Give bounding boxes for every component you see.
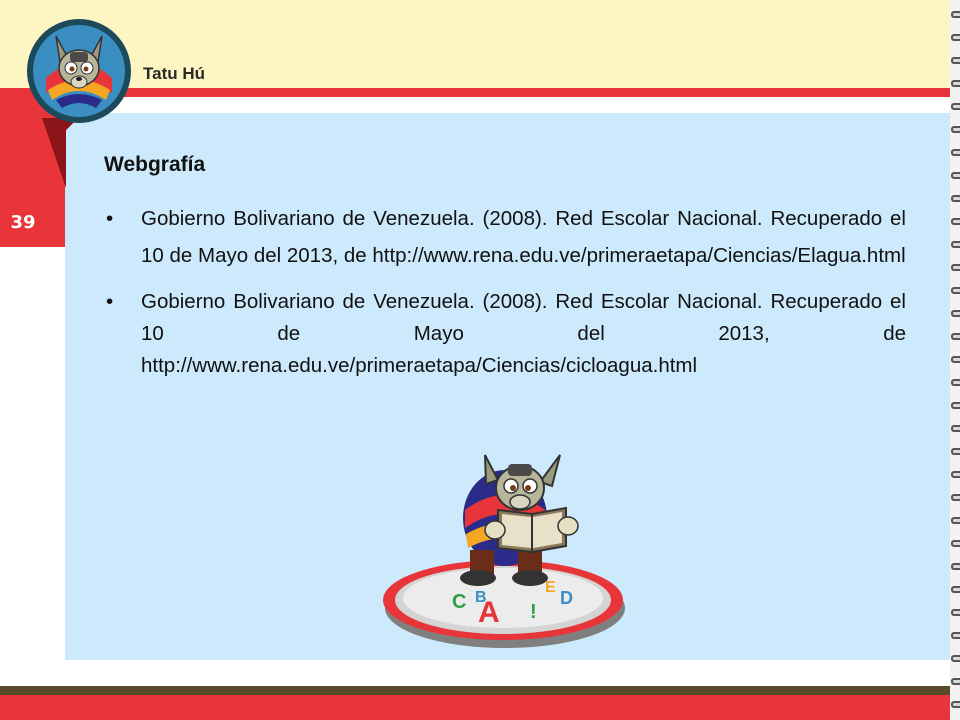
binding-ring-icon (950, 560, 960, 572)
header-red-stripe (0, 88, 950, 97)
binding-ring-icon (950, 468, 960, 480)
footer-separator (0, 660, 950, 686)
binding-ring-icon (950, 307, 960, 319)
binding-ring-icon (950, 123, 960, 135)
binding-ring-icon (950, 169, 960, 181)
reference-text: Gobierno Bolivariano de Venezuela. (2008… (141, 207, 906, 267)
binding-ring-icon (950, 445, 960, 457)
header-separator (0, 97, 950, 113)
binding-ring-icon (950, 698, 960, 710)
binding-ring-icon (950, 330, 960, 342)
binding-ring-icon (950, 238, 960, 250)
bullet: • (106, 290, 114, 313)
platform-letter: A (478, 596, 500, 629)
binding-ring-icon (950, 215, 960, 227)
footer-brown-stripe (0, 686, 950, 695)
binding-ring-icon (950, 422, 960, 434)
platform-letter: C (452, 591, 466, 613)
binding-ring-icon (950, 491, 960, 503)
platform-letter: E (545, 579, 556, 596)
binding-ring-icon (950, 284, 960, 296)
binding-ring-icon (950, 261, 960, 273)
binding-ring-icon (950, 8, 960, 20)
binding-ring-icon (950, 537, 960, 549)
list-item: • Gobierno Bolivariano de Venezuela. (20… (106, 286, 906, 382)
binding-ring-icon (950, 514, 960, 526)
binding-ring-icon (950, 583, 960, 595)
binding-ring-icon (950, 31, 960, 43)
page-number: 39 (10, 212, 36, 233)
reference-text: Gobierno Bolivariano de Venezuela. (2008… (141, 290, 906, 377)
binding-ring-icon (950, 376, 960, 388)
armadillo-reading-book-icon: C B D E A ! (383, 454, 625, 648)
brand-name: Tatu Hú (143, 64, 206, 83)
binding-ring-icon (950, 629, 960, 641)
spiral-binding (950, 0, 960, 720)
binding-ring-icon (950, 54, 960, 66)
binding-ring-icon (950, 399, 960, 411)
section-heading: Webgrafía (104, 153, 206, 176)
platform-letter: ! (530, 601, 537, 623)
platform-letter: D (560, 588, 573, 608)
binding-ring-icon (950, 652, 960, 664)
reference-list: • Gobierno Bolivariano de Venezuela. (20… (106, 200, 906, 382)
list-item: • Gobierno Bolivariano de Venezuela. (20… (106, 200, 906, 274)
binding-ring-icon (950, 146, 960, 158)
footer-red-band (0, 695, 950, 720)
armadillo-logo-icon (27, 19, 131, 123)
binding-ring-icon (950, 606, 960, 618)
binding-ring-icon (950, 192, 960, 204)
binding-ring-icon (950, 77, 960, 89)
binding-ring-icon (950, 675, 960, 687)
bullet: • (106, 207, 114, 230)
binding-ring-icon (950, 100, 960, 112)
binding-ring-icon (950, 353, 960, 365)
